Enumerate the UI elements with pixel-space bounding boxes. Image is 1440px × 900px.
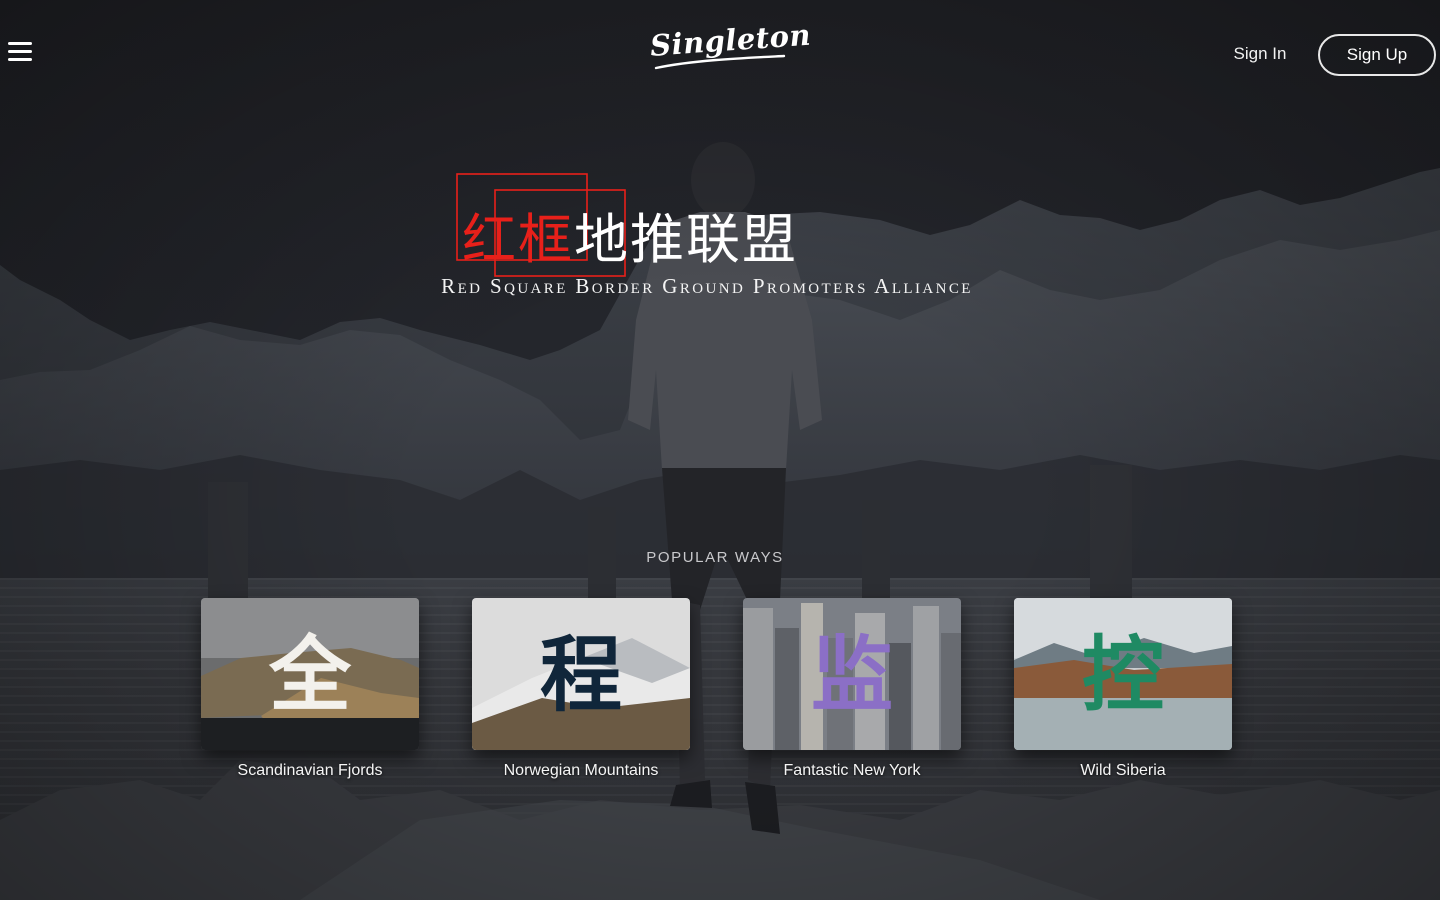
- card-norwegian-mountains[interactable]: 程 Norwegian Mountains: [472, 598, 690, 788]
- card-glyph: 控: [1081, 628, 1164, 723]
- hero-title-white: 地推联盟: [574, 208, 798, 271]
- singleton-logo[interactable]: Singleton: [649, 18, 812, 74]
- hero-title-red: 红框: [462, 208, 574, 271]
- card-wild-siberia[interactable]: 控 Wild Siberia: [1014, 598, 1232, 788]
- card-image: 全: [201, 598, 419, 750]
- sign-up-button[interactable]: Sign Up: [1318, 34, 1436, 76]
- card-glyph: 监: [810, 628, 893, 723]
- hero-title: 红框地推联盟: [462, 208, 962, 272]
- card-label: Norwegian Mountains: [503, 762, 659, 779]
- card-glyph: 程: [539, 628, 622, 723]
- popular-ways-heading: POPULAR WAYS: [646, 549, 784, 566]
- card-scandinavian-fjords[interactable]: 全 Scandinavian Fjords: [201, 598, 419, 788]
- sign-in-link[interactable]: Sign In: [1220, 44, 1300, 66]
- hamburger-menu-icon[interactable]: [8, 42, 34, 66]
- logo-swoosh-icon: [654, 54, 786, 70]
- card-fantastic-new-york[interactable]: 监 Fantastic New York: [743, 598, 961, 788]
- hero-subtitle: Red Square Border Ground Promoters Allia…: [441, 274, 973, 298]
- card-image: 监: [743, 598, 961, 750]
- card-image: 控: [1014, 598, 1232, 750]
- top-navigation-bar: Singleton Sign In Sign Up: [0, 0, 1440, 110]
- card-label: Fantastic New York: [783, 762, 921, 779]
- card-label: Scandinavian Fjords: [237, 762, 383, 779]
- card-glyph: 全: [268, 628, 351, 723]
- card-label: Wild Siberia: [1080, 762, 1166, 779]
- card-image: 程: [472, 598, 690, 750]
